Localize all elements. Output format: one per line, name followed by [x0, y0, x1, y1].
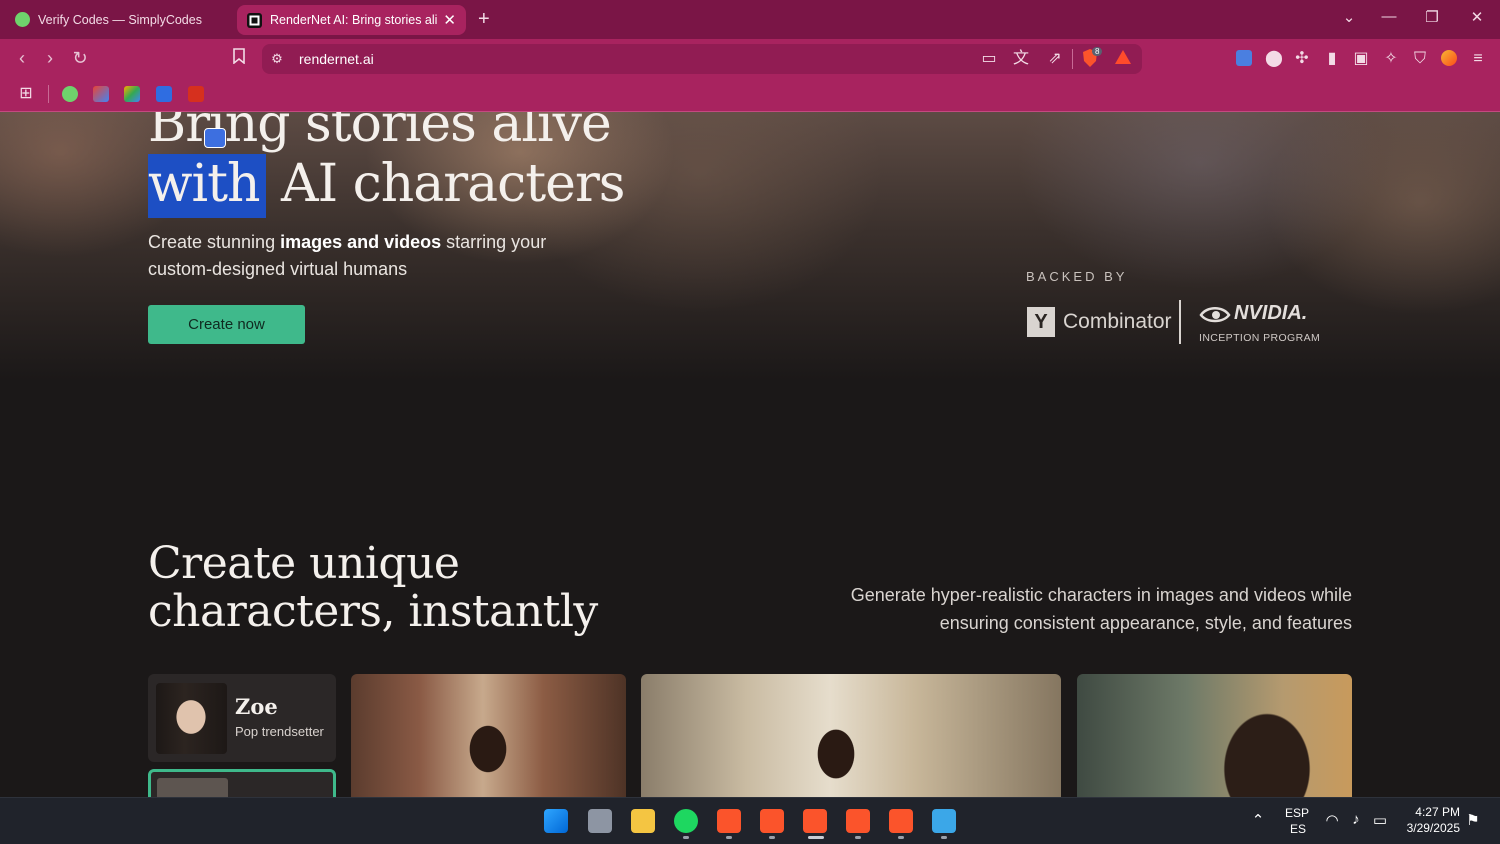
share-icon[interactable]: ⇗ [1044, 50, 1066, 68]
running-indicator [855, 836, 861, 839]
restore-icon[interactable]: ❐ [1421, 8, 1443, 26]
spotify-icon[interactable] [674, 809, 698, 833]
bookmark-r-icon[interactable] [188, 86, 204, 102]
tab-title: Verify Codes — SimplyCodes [38, 12, 202, 27]
avatar [157, 778, 228, 797]
menu-icon[interactable]: ≡ [1467, 50, 1489, 68]
hero-title-line2: with AI characters [148, 154, 625, 218]
nvidia-inception-label: INCEPTION PROGRAM [1199, 332, 1321, 344]
character-name: Zoe [235, 694, 278, 719]
bookmark-simplycodes-icon[interactable] [62, 86, 78, 102]
reload-icon[interactable]: ↻ [68, 47, 92, 69]
bookmark-gmail-icon[interactable] [93, 86, 109, 102]
bookmark-drive-icon[interactable] [156, 86, 172, 102]
bookmark-photos-icon[interactable] [124, 86, 140, 102]
character-photo [1077, 674, 1352, 797]
running-indicator [769, 836, 775, 839]
back-icon[interactable]: ‹ [10, 47, 34, 69]
notepad-icon[interactable] [932, 809, 956, 833]
forward-icon[interactable]: › [38, 47, 62, 69]
ycombinator-name: Combinator [1063, 310, 1172, 333]
apps-grid-icon[interactable]: ⊞ [15, 85, 37, 103]
google-translate-extension-icon[interactable] [1233, 50, 1255, 71]
running-indicator [683, 836, 689, 839]
nvidia-eye-icon [1199, 307, 1231, 323]
clock-time[interactable]: 4:27 PM [1400, 805, 1460, 819]
wallet-icon[interactable]: ▣ [1350, 50, 1372, 68]
hero-subtitle: Create stunning images and videos starri… [148, 232, 547, 279]
extension-shield-icon[interactable]: ⬤ [1263, 50, 1285, 68]
notifications-icon[interactable]: ⚑ [1463, 811, 1483, 829]
rendernet-favicon-icon [247, 12, 262, 28]
new-tab-button[interactable]: + [478, 9, 490, 29]
running-indicator [941, 836, 947, 839]
tab-title: RenderNet AI: Bring stories alive [270, 13, 438, 27]
profile-avatar-icon[interactable] [1438, 50, 1460, 71]
hero-title-rest: AI characters [265, 154, 625, 214]
brave-profile-5-icon[interactable] [889, 809, 913, 833]
extensions-puzzle-icon[interactable]: ✣ [1291, 50, 1313, 68]
vpn-icon[interactable]: ⛉ [1409, 50, 1431, 68]
windows-taskbar [0, 797, 1500, 844]
file-explorer-icon[interactable] [631, 809, 655, 833]
selected-text-highlight: with [148, 154, 266, 218]
logo-divider [1179, 300, 1181, 344]
brave-rewards-icon[interactable] [1112, 50, 1134, 69]
section-title: Create unique characters, instantly [148, 538, 598, 637]
show-hidden-icons-chevron-icon[interactable]: ⌃ [1248, 811, 1268, 829]
section-description: Generate hyper-realistic characters in i… [850, 585, 1352, 633]
nvidia-name: NVIDIA. [1234, 302, 1308, 324]
url-text[interactable]: rendernet.ai [299, 51, 374, 67]
wifi-icon[interactable]: ◠ [1322, 811, 1342, 829]
minimize-icon[interactable]: — [1378, 8, 1400, 25]
tab-rendernet[interactable]: RenderNet AI: Bring stories alive ✕ [237, 5, 466, 35]
tab-search-chevron-icon[interactable]: ⌄ [1338, 8, 1360, 26]
character-photo [351, 674, 626, 797]
character-photo [641, 674, 1061, 797]
sidebar-icon[interactable]: ▮ [1321, 50, 1343, 68]
webpage-viewport: Bring stories alive with AI characters C… [0, 112, 1500, 797]
tab-simplycodes[interactable]: Verify Codes — SimplyCodes [5, 4, 233, 35]
brave-profile-2-icon[interactable] [760, 809, 784, 833]
clock-date[interactable]: 3/29/2025 [1395, 821, 1460, 835]
active-indicator [808, 836, 824, 839]
character-role: Pop trendsetter [235, 724, 324, 739]
language-code[interactable]: ESP [1285, 806, 1309, 820]
create-now-button[interactable]: Create now [148, 305, 305, 344]
backed-by-label: BACKED BY [1026, 269, 1128, 284]
brave-profile-4-icon[interactable] [846, 809, 870, 833]
start-windows-icon[interactable] [544, 809, 568, 833]
running-indicator [726, 836, 732, 839]
language-region[interactable]: ES [1290, 822, 1306, 836]
brave-profile-3-icon[interactable] [803, 809, 827, 833]
close-window-icon[interactable]: ✕ [1466, 8, 1488, 26]
avatar [156, 683, 227, 754]
task-view-icon[interactable] [588, 809, 612, 833]
close-tab-icon[interactable]: ✕ [443, 11, 456, 29]
bookmark-icon[interactable] [227, 47, 251, 69]
volume-icon[interactable]: ♪ [1346, 811, 1366, 828]
character-card-selected[interactable] [148, 769, 336, 797]
divider [48, 85, 49, 103]
translate-icon[interactable]: 文 [1010, 50, 1032, 68]
bookmarks-bar [0, 78, 1500, 112]
ycombinator-logo-icon: Y [1027, 307, 1055, 337]
cast-icon[interactable]: ▭ [978, 50, 1000, 68]
brave-browser-icon[interactable] [717, 809, 741, 833]
divider [1072, 49, 1073, 69]
running-indicator [898, 836, 904, 839]
simplycodes-favicon-icon [15, 12, 30, 27]
leo-ai-icon[interactable]: ✧ [1380, 50, 1402, 68]
site-info-icon[interactable]: ⚙ [266, 50, 288, 68]
google-translate-popup-icon[interactable] [204, 128, 226, 148]
battery-icon[interactable]: ▭ [1370, 811, 1390, 829]
